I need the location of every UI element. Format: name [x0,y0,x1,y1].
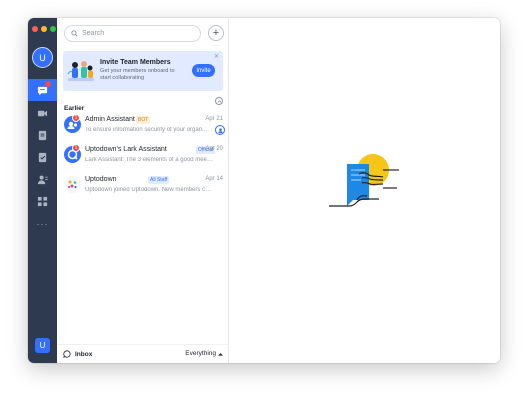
rail-item-docs[interactable] [28,124,57,146]
rail-notification-badge [45,81,51,87]
chat-preview: Lark Assistant: The 3 elements of a good… [85,157,213,163]
more-dots-icon: ··· [36,219,49,229]
rail-item-video[interactable] [28,102,57,124]
workspace-avatar[interactable]: U [35,338,50,353]
unread-badge: 1 [72,144,80,152]
chat-date: Apr 20 [205,146,223,152]
caret-up-icon [218,352,223,356]
close-window-button[interactable] [32,26,38,32]
chat-name: Uptodown's Lark Assistant [85,146,167,153]
rail-item-workplace[interactable] [28,190,57,212]
empty-state-illustration [329,154,399,207]
conversation-area [229,18,500,363]
invite-banner[interactable]: Invite Team Members Get your members onb… [63,51,223,91]
rail-item-approval[interactable] [28,146,57,168]
inbox-chat-icon [63,350,71,358]
document-icon [38,130,47,140]
search-input[interactable]: Search [64,25,201,42]
close-icon[interactable]: ✕ [214,53,219,60]
window-controls [32,26,56,32]
chat-date: Apr 14 [205,176,223,182]
app-window: U ··· U Search + Invite Team Members Get… [28,18,500,363]
invite-subtitle: Get your members onboard to start collab… [100,68,175,81]
filter-label: Everything [185,350,216,357]
team-illustration-icon [67,61,94,81]
filter-dropdown[interactable]: Everything [185,350,223,357]
collapse-section-icon[interactable] [215,97,223,105]
approval-icon [38,152,47,162]
unread-badge: 1 [72,114,80,122]
create-button[interactable]: + [208,25,224,41]
panel-footer: Inbox Everything [57,344,229,363]
chat-date: Apr 21 [205,116,223,122]
chat-preview: To ensure information security of your o… [85,127,208,133]
inbox-button[interactable]: Inbox [63,350,92,358]
chat-item-admin-assistant[interactable]: 1 Admin Assistant BOT Apr 21 To ensure i… [57,111,229,141]
rail-more-button[interactable]: ··· [28,213,57,235]
invite-button[interactable]: Invite [192,64,215,77]
inbox-label: Inbox [75,350,93,358]
contacts-icon [37,175,48,184]
chat-name: Admin Assistant [85,116,135,123]
rail-item-contacts[interactable] [28,168,57,190]
bot-tag: BOT [136,116,151,124]
minimize-window-button[interactable] [41,26,47,32]
section-header-earlier: Earlier [64,97,223,112]
org-icon [64,176,81,193]
search-placeholder: Search [82,30,105,37]
video-camera-icon [37,110,48,116]
all-staff-tag: All Staff [148,176,170,184]
admin-shortcut-icon[interactable] [215,125,225,135]
zoom-window-button[interactable] [50,26,56,32]
chat-preview: Uptodown joined Uptodown. New members ca… [85,187,213,193]
search-icon [71,30,78,37]
chat-list-panel: Search + Invite Team Members Get your me… [57,18,229,363]
chat-item-lark-assistant[interactable]: 1 Uptodown's Lark Assistant Official Apr… [57,141,229,171]
plus-icon: + [212,26,220,39]
chat-item-uptodown[interactable]: Uptodown All Staff Apr 14 Uptodown joine… [57,171,229,201]
user-avatar[interactable]: U [32,47,53,68]
nav-rail: U ··· U [28,18,57,363]
rail-item-messenger[interactable] [28,79,57,101]
workplace-grid-icon [37,196,48,206]
invite-title: Invite Team Members [100,59,171,66]
chat-name: Uptodown [85,176,117,183]
